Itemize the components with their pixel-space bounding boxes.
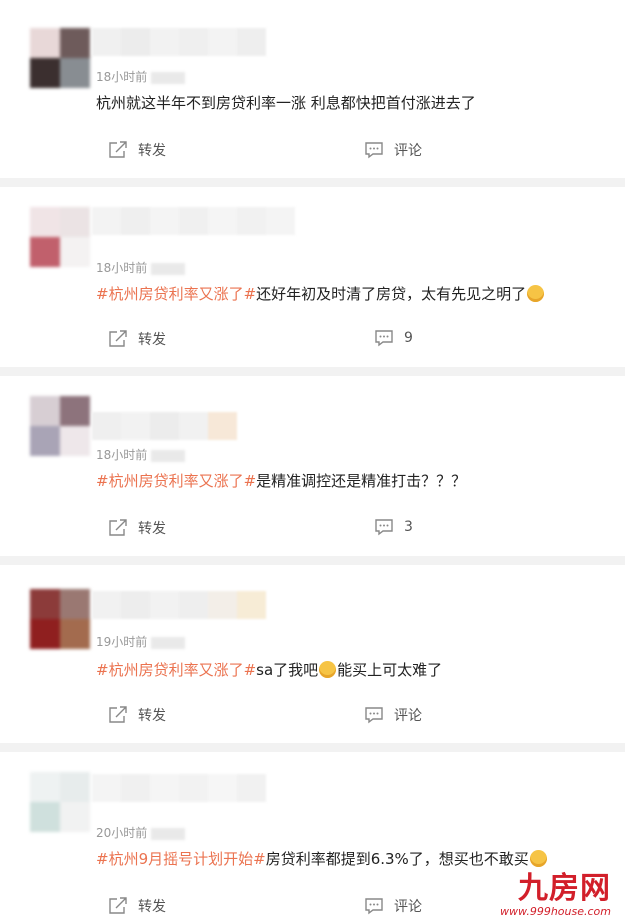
post-text: 杭州就这半年不到房贷利率一涨 利息都快把首付涨进去了 <box>96 92 476 113</box>
post-text-body: 房贷利率都提到6.3%了，想买也不敢买 <box>265 850 529 868</box>
share-icon <box>109 897 127 914</box>
watermark: 九房网 www.999house.com <box>500 871 611 919</box>
comment-icon <box>365 707 383 724</box>
watermark-url: www.999house.com <box>500 905 611 918</box>
comment-button[interactable]: 评论 <box>364 705 422 725</box>
comment-button[interactable]: 评论 <box>364 140 422 160</box>
avatar[interactable] <box>4 28 96 88</box>
repost-button[interactable]: 转发 <box>108 329 166 349</box>
post-actions: 转发 评论 <box>0 140 625 164</box>
share-icon <box>109 519 127 536</box>
username-blurred[interactable] <box>92 207 295 235</box>
comment-icon <box>375 330 393 347</box>
post-time[interactable]: 18小时前 <box>96 68 186 85</box>
repost-label: 转发 <box>138 521 166 537</box>
avatar[interactable] <box>4 207 96 267</box>
comment-button[interactable]: 评论 <box>364 896 422 916</box>
comment-label: 评论 <box>394 143 422 159</box>
post-5: 20小时前 #杭州9月摇号计划开始#房贷利率都提到6.3%了，想买也不敢买 转发… <box>0 752 625 922</box>
share-icon <box>109 141 127 158</box>
post-text: #杭州房贷利率又涨了#sa了我吧 能买上可太难了 <box>96 659 442 680</box>
separator <box>0 367 625 376</box>
post-text-body: 还好年初及时清了房贷，太有先见之明了 <box>256 285 527 303</box>
comment-icon <box>365 142 383 159</box>
hashtag-link[interactable]: #杭州9月摇号计划开始# <box>96 850 266 868</box>
repost-label: 转发 <box>138 899 166 915</box>
separator <box>0 743 625 752</box>
crying-emoji-icon <box>529 850 547 867</box>
comment-count: 3 <box>404 519 413 535</box>
post-text: #杭州房贷利率又涨了#是精准调控还是精准打击？？？ <box>96 470 466 491</box>
post-text: #杭州9月摇号计划开始#房贷利率都提到6.3%了，想买也不敢买 <box>96 848 548 869</box>
comment-icon <box>365 898 383 915</box>
separator <box>0 556 625 565</box>
post-3: 18小时前 #杭州房贷利率又涨了#是精准调控还是精准打击？？？ 转发 3 <box>0 376 625 556</box>
post-2: 18小时前 #杭州房贷利率又涨了#还好年初及时清了房贷，太有先见之明了 转发 9 <box>0 187 625 367</box>
share-icon <box>109 706 127 723</box>
avatar[interactable] <box>4 396 96 456</box>
comment-button[interactable]: 3 <box>374 518 413 536</box>
hashtag-link[interactable]: #杭州房贷利率又涨了# <box>96 661 256 679</box>
comment-count: 9 <box>404 330 413 346</box>
post-text: #杭州房贷利率又涨了#还好年初及时清了房贷，太有先见之明了 <box>96 283 545 304</box>
post-time[interactable]: 18小时前 <box>96 446 186 463</box>
watermark-logo: 九房网 <box>518 871 611 906</box>
username-blurred[interactable] <box>92 591 266 619</box>
post-actions: 转发 9 <box>0 329 625 353</box>
repost-label: 转发 <box>138 143 166 159</box>
repost-label: 转发 <box>138 708 166 724</box>
post-actions: 转发 评论 <box>0 705 625 729</box>
separator <box>0 178 625 187</box>
repost-button[interactable]: 转发 <box>108 140 166 160</box>
username-blurred[interactable] <box>92 28 266 56</box>
hashtag-link[interactable]: #杭州房贷利率又涨了# <box>96 472 256 490</box>
post-1: 18小时前 杭州就这半年不到房贷利率一涨 利息都快把首付涨进去了 转发 评论 <box>0 0 625 178</box>
hashtag-link[interactable]: #杭州房贷利率又涨了# <box>96 285 256 303</box>
username-blurred[interactable] <box>92 412 237 440</box>
comment-label: 评论 <box>394 899 422 915</box>
repost-button[interactable]: 转发 <box>108 518 166 538</box>
repost-label: 转发 <box>138 332 166 348</box>
post-time[interactable]: 18小时前 <box>96 259 186 276</box>
comment-label: 评论 <box>394 708 422 724</box>
post-time[interactable]: 20小时前 <box>96 824 186 841</box>
repost-button[interactable]: 转发 <box>108 896 166 916</box>
avatar[interactable] <box>4 772 96 832</box>
post-text-body: sa了我吧 <box>256 661 319 679</box>
avatar[interactable] <box>4 589 96 649</box>
post-actions: 转发 3 <box>0 518 625 542</box>
post-text-body: 杭州就这半年不到房贷利率一涨 利息都快把首付涨进去了 <box>96 94 476 112</box>
comment-button[interactable]: 9 <box>374 329 413 347</box>
post-text-body: 是精准调控还是精准打击？？？ <box>256 472 467 490</box>
share-icon <box>109 330 127 347</box>
sad-emoji-icon <box>319 661 337 678</box>
post-4: 19小时前 #杭州房贷利率又涨了#sa了我吧 能买上可太难了 转发 评论 <box>0 565 625 743</box>
post-time[interactable]: 19小时前 <box>96 633 186 650</box>
username-blurred[interactable] <box>92 774 266 802</box>
repost-button[interactable]: 转发 <box>108 705 166 725</box>
comment-icon <box>375 519 393 536</box>
laughing-emoji-icon <box>527 285 545 302</box>
post-text-body-cont: 能买上可太难了 <box>337 661 443 679</box>
